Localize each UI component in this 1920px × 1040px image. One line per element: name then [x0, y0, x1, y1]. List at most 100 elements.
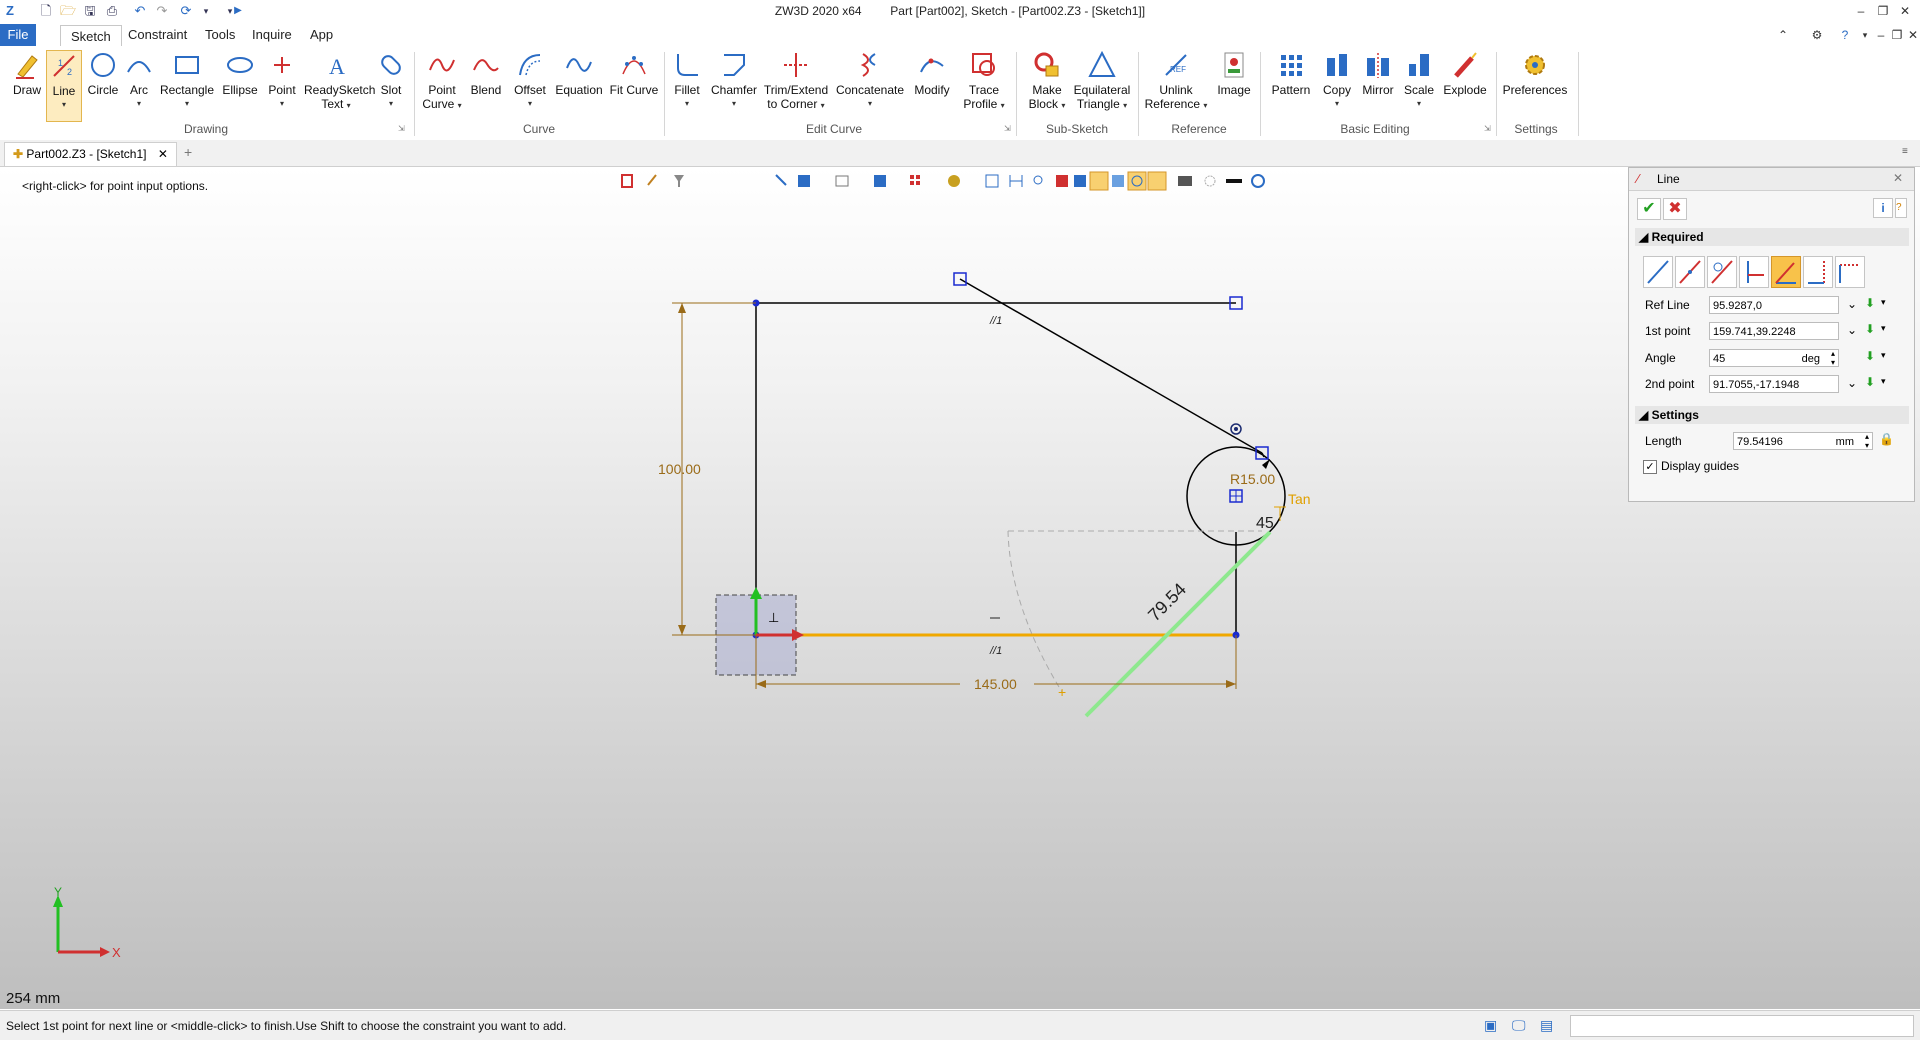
point-curve-dropdown-icon[interactable]: ▾: [458, 101, 462, 110]
line-dropdown-icon[interactable]: ▾: [47, 98, 81, 112]
mode-horizontal-button[interactable]: [1835, 256, 1865, 288]
ellipse-button[interactable]: Ellipse: [220, 50, 260, 97]
menu-sketch[interactable]: Sketch: [60, 25, 122, 48]
ref-line-options-icon[interactable]: ▾: [1881, 297, 1886, 308]
length-input[interactable]: 79.54196 mm ▴ ▾: [1733, 432, 1873, 450]
explode-button[interactable]: Explode: [1440, 50, 1490, 97]
scale-button[interactable]: Scale ▾: [1402, 50, 1436, 111]
angle-pick-icon[interactable]: ⬇: [1865, 349, 1875, 363]
length-lock-icon[interactable]: 🔒: [1879, 432, 1894, 446]
new-tab-icon[interactable]: +: [184, 144, 192, 160]
trace-profile-button[interactable]: Trace Profile ▾: [960, 50, 1008, 113]
second-point-dropdown-icon[interactable]: ⌄: [1847, 376, 1857, 390]
first-point-pick-icon[interactable]: ⬇: [1865, 322, 1875, 336]
settings-gear-icon[interactable]: ⚙: [1808, 26, 1826, 44]
slot-button[interactable]: Slot ▾: [374, 50, 408, 111]
equilateral-triangle-button[interactable]: Equilateral Triangle ▾: [1072, 50, 1132, 113]
slot-dropdown-icon[interactable]: ▾: [374, 97, 408, 111]
vertical-dimension-label[interactable]: 100.00: [658, 461, 701, 477]
ref-line-dropdown-icon[interactable]: ⌄: [1847, 297, 1857, 311]
command-input[interactable]: [1570, 1015, 1914, 1037]
slanted-line[interactable]: [959, 278, 1263, 454]
second-point-pick-icon[interactable]: ⬇: [1865, 375, 1875, 389]
angle-input[interactable]: 45 deg ▴ ▾: [1709, 349, 1839, 367]
trim-dropdown-icon[interactable]: ▾: [821, 101, 825, 110]
line-button[interactable]: 12 Line ▾: [46, 50, 82, 122]
drawing-launcher-icon[interactable]: ⇲: [398, 124, 405, 133]
trim-extend-button[interactable]: Trim/Extend to Corner ▾: [762, 50, 830, 113]
equation-button[interactable]: Equation: [554, 50, 604, 97]
mode-tangent-button[interactable]: [1707, 256, 1737, 288]
mode-angle-button[interactable]: [1771, 256, 1801, 288]
status-window-icon[interactable]: ▤: [1540, 1017, 1553, 1034]
help-icon[interactable]: ?: [1836, 26, 1854, 44]
circle-button[interactable]: Circle: [86, 50, 120, 97]
rectangle-dropdown-icon[interactable]: ▾: [158, 97, 216, 111]
image-button[interactable]: Image: [1214, 50, 1254, 97]
mirror-button[interactable]: Mirror: [1358, 50, 1398, 97]
menu-file[interactable]: File: [0, 24, 36, 46]
point-curve-button[interactable]: Point Curve ▾: [420, 50, 464, 113]
tab-list-icon[interactable]: ≡: [1902, 146, 1908, 157]
make-block-dropdown-icon[interactable]: ▾: [1061, 101, 1065, 110]
tab-part002-sketch1[interactable]: ✚ Part002.Z3 - [Sketch1] ✕: [4, 142, 177, 166]
second-point-input[interactable]: 91.7055,-17.1948: [1709, 375, 1839, 393]
menu-app[interactable]: App: [300, 24, 343, 46]
radius-dimension-label[interactable]: R15.00: [1230, 471, 1275, 487]
mode-midpoint-button[interactable]: [1675, 256, 1705, 288]
minimize-icon[interactable]: –: [1852, 2, 1870, 20]
chamfer-dropdown-icon[interactable]: ▾: [710, 97, 758, 111]
make-block-button[interactable]: Make Block ▾: [1024, 50, 1070, 113]
panel-help-icon[interactable]: ?: [1895, 198, 1907, 218]
unlink-reference-button[interactable]: REF Unlink Reference ▾: [1144, 50, 1208, 113]
concatenate-button[interactable]: Concatenate ▾: [834, 50, 906, 111]
edit-curve-launcher-icon[interactable]: ⇲: [1004, 124, 1011, 133]
status-view-icon[interactable]: ▣: [1484, 1017, 1497, 1034]
second-point-options-icon[interactable]: ▾: [1881, 376, 1886, 387]
display-guides-checkbox[interactable]: ✓: [1643, 460, 1657, 474]
status-monitor-icon[interactable]: 🖵: [1512, 1017, 1526, 1034]
first-point-options-icon[interactable]: ▾: [1881, 323, 1886, 334]
horizontal-dimension-label[interactable]: 145.00: [974, 676, 1017, 692]
sketch-canvas[interactable]: + ⊥: [0, 167, 1620, 1009]
blend-button[interactable]: Blend: [468, 50, 504, 97]
angle-options-icon[interactable]: ▾: [1881, 350, 1886, 361]
modify-button[interactable]: Modify: [910, 50, 954, 97]
copy-dropdown-icon[interactable]: ▾: [1320, 97, 1354, 111]
length-spinner-icon[interactable]: ▴ ▾: [1865, 432, 1869, 450]
preferences-button[interactable]: Preferences: [1502, 50, 1568, 97]
mode-two-point-button[interactable]: [1643, 256, 1673, 288]
draw-button[interactable]: Draw: [10, 50, 44, 97]
menu-tools[interactable]: Tools: [195, 24, 245, 46]
trace-dropdown-icon[interactable]: ▾: [1001, 101, 1005, 110]
equilateral-dropdown-icon[interactable]: ▾: [1123, 101, 1127, 110]
mode-perpendicular-button[interactable]: [1739, 256, 1769, 288]
required-section[interactable]: ◢ Required: [1635, 228, 1909, 246]
offset-dropdown-icon[interactable]: ▾: [510, 97, 550, 111]
ok-check-icon[interactable]: ✔: [1637, 198, 1661, 220]
arc-dropdown-icon[interactable]: ▾: [124, 97, 154, 111]
info-icon[interactable]: i: [1873, 198, 1893, 218]
collapse-ribbon-icon[interactable]: ⌃: [1774, 26, 1792, 44]
mode-vertical-button[interactable]: [1803, 256, 1833, 288]
unlink-dropdown-icon[interactable]: ▾: [1203, 101, 1207, 110]
settings-section[interactable]: ◢ Settings: [1635, 406, 1909, 424]
fit-curve-button[interactable]: Fit Curve: [608, 50, 660, 97]
scale-dropdown-icon[interactable]: ▾: [1402, 97, 1436, 111]
readysketch-text-button[interactable]: A ReadySketch Text ▾: [304, 50, 375, 113]
copy-button[interactable]: Copy ▾: [1320, 50, 1354, 111]
readysketch-dropdown-icon[interactable]: ▾: [347, 101, 351, 110]
menu-inquire[interactable]: Inquire: [242, 24, 302, 46]
angle-spinner-icon[interactable]: ▴ ▾: [1831, 349, 1835, 367]
ref-line-pick-icon[interactable]: ⬇: [1865, 296, 1875, 310]
fillet-button[interactable]: Fillet ▾: [670, 50, 704, 111]
tab-close-icon[interactable]: ✕: [158, 147, 168, 161]
fillet-dropdown-icon[interactable]: ▾: [670, 97, 704, 111]
menu-constraint[interactable]: Constraint: [118, 24, 197, 46]
close-icon[interactable]: ✕: [1896, 2, 1914, 20]
point-button[interactable]: Point ▾: [264, 50, 300, 111]
rectangle-button[interactable]: Rectangle ▾: [158, 50, 216, 111]
concatenate-dropdown-icon[interactable]: ▾: [834, 97, 906, 111]
offset-button[interactable]: Offset ▾: [510, 50, 550, 111]
restore-icon[interactable]: ❐: [1874, 2, 1892, 20]
